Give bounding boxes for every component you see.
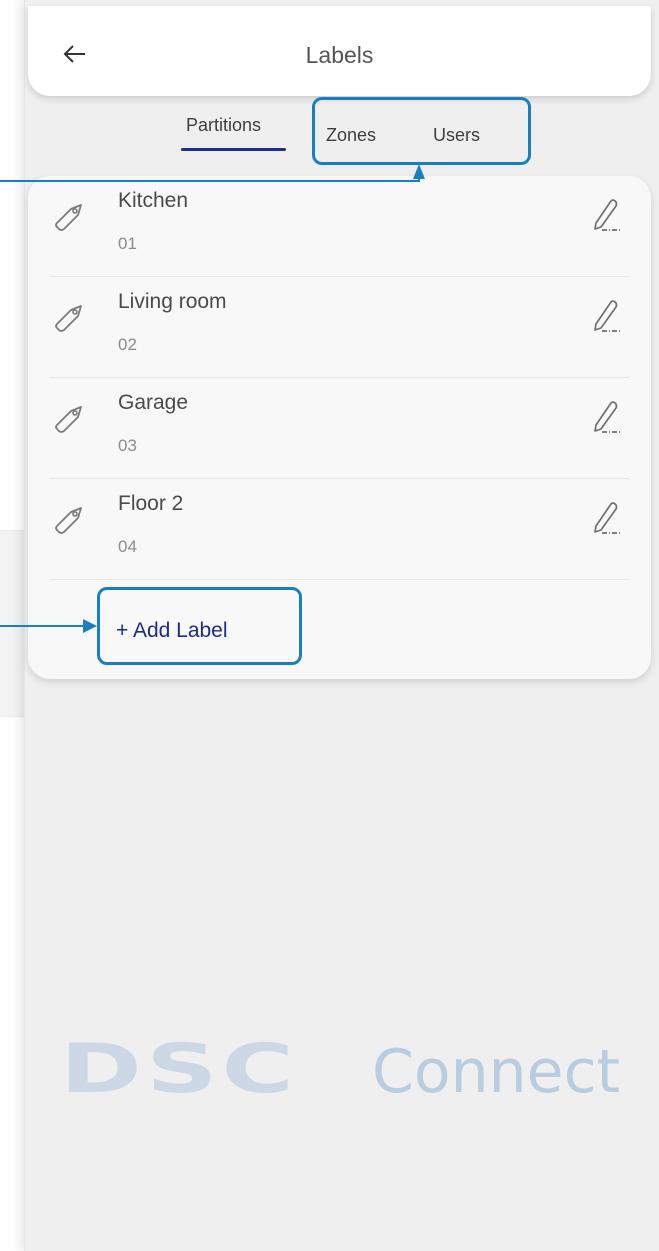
label-name: Kitchen — [118, 189, 189, 212]
add-label-button[interactable]: + Add Label — [116, 619, 228, 643]
logo-product-text: Connect — [372, 1037, 621, 1107]
tag-icon — [55, 204, 82, 231]
tab-partitions[interactable]: Partitions — [186, 115, 261, 136]
tag-icon — [55, 305, 82, 332]
label-name: Living room — [118, 290, 227, 313]
label-name: Floor 2 — [118, 492, 184, 515]
header-bar: Labels — [28, 6, 651, 96]
pencil-edit-icon[interactable] — [590, 398, 622, 436]
tab-users[interactable]: Users — [433, 125, 480, 146]
label-name: Garage — [118, 391, 189, 414]
list-item[interactable]: Floor 2 04 — [28, 479, 651, 580]
label-number: 02 — [118, 335, 137, 354]
tab-zones[interactable]: Zones — [326, 125, 376, 146]
pencil-edit-icon[interactable] — [590, 499, 622, 537]
row-divider — [50, 579, 629, 580]
label-number: 01 — [118, 234, 137, 253]
app-stage: Labels Partitions Zones Users Kitchen 01… — [0, 0, 659, 1251]
page-title: Labels — [305, 42, 374, 68]
tag-icon — [55, 406, 82, 433]
pencil-edit-icon[interactable] — [590, 297, 622, 335]
labels-list-card: Kitchen 01 Living room 02 Garage 03 Floo… — [28, 176, 651, 679]
active-tab-indicator — [181, 148, 286, 151]
tag-icon — [55, 507, 82, 534]
background-panel — [0, 530, 24, 717]
list-item[interactable]: Kitchen 01 — [28, 176, 651, 277]
label-number: 04 — [118, 537, 137, 556]
brand-logo: DSC Connect — [58, 1030, 628, 1110]
logo-brand-text: DSC — [60, 1030, 299, 1109]
list-item[interactable]: Living room 02 — [28, 277, 651, 378]
list-item[interactable]: Garage 03 — [28, 378, 651, 479]
pencil-edit-icon[interactable] — [590, 196, 622, 234]
label-number: 03 — [118, 436, 137, 455]
